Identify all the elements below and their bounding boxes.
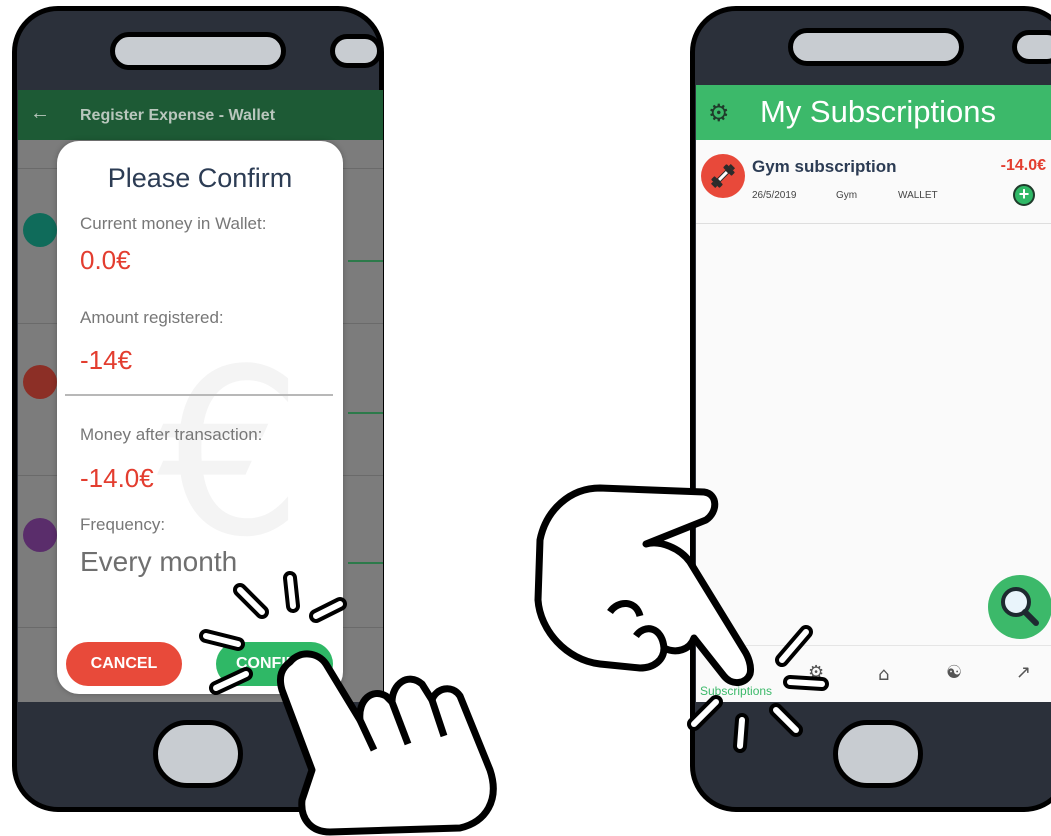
pointing-hand-right	[534, 484, 754, 686]
tap-gesture-overlay	[199, 484, 829, 836]
pointing-hand-left	[276, 650, 497, 836]
